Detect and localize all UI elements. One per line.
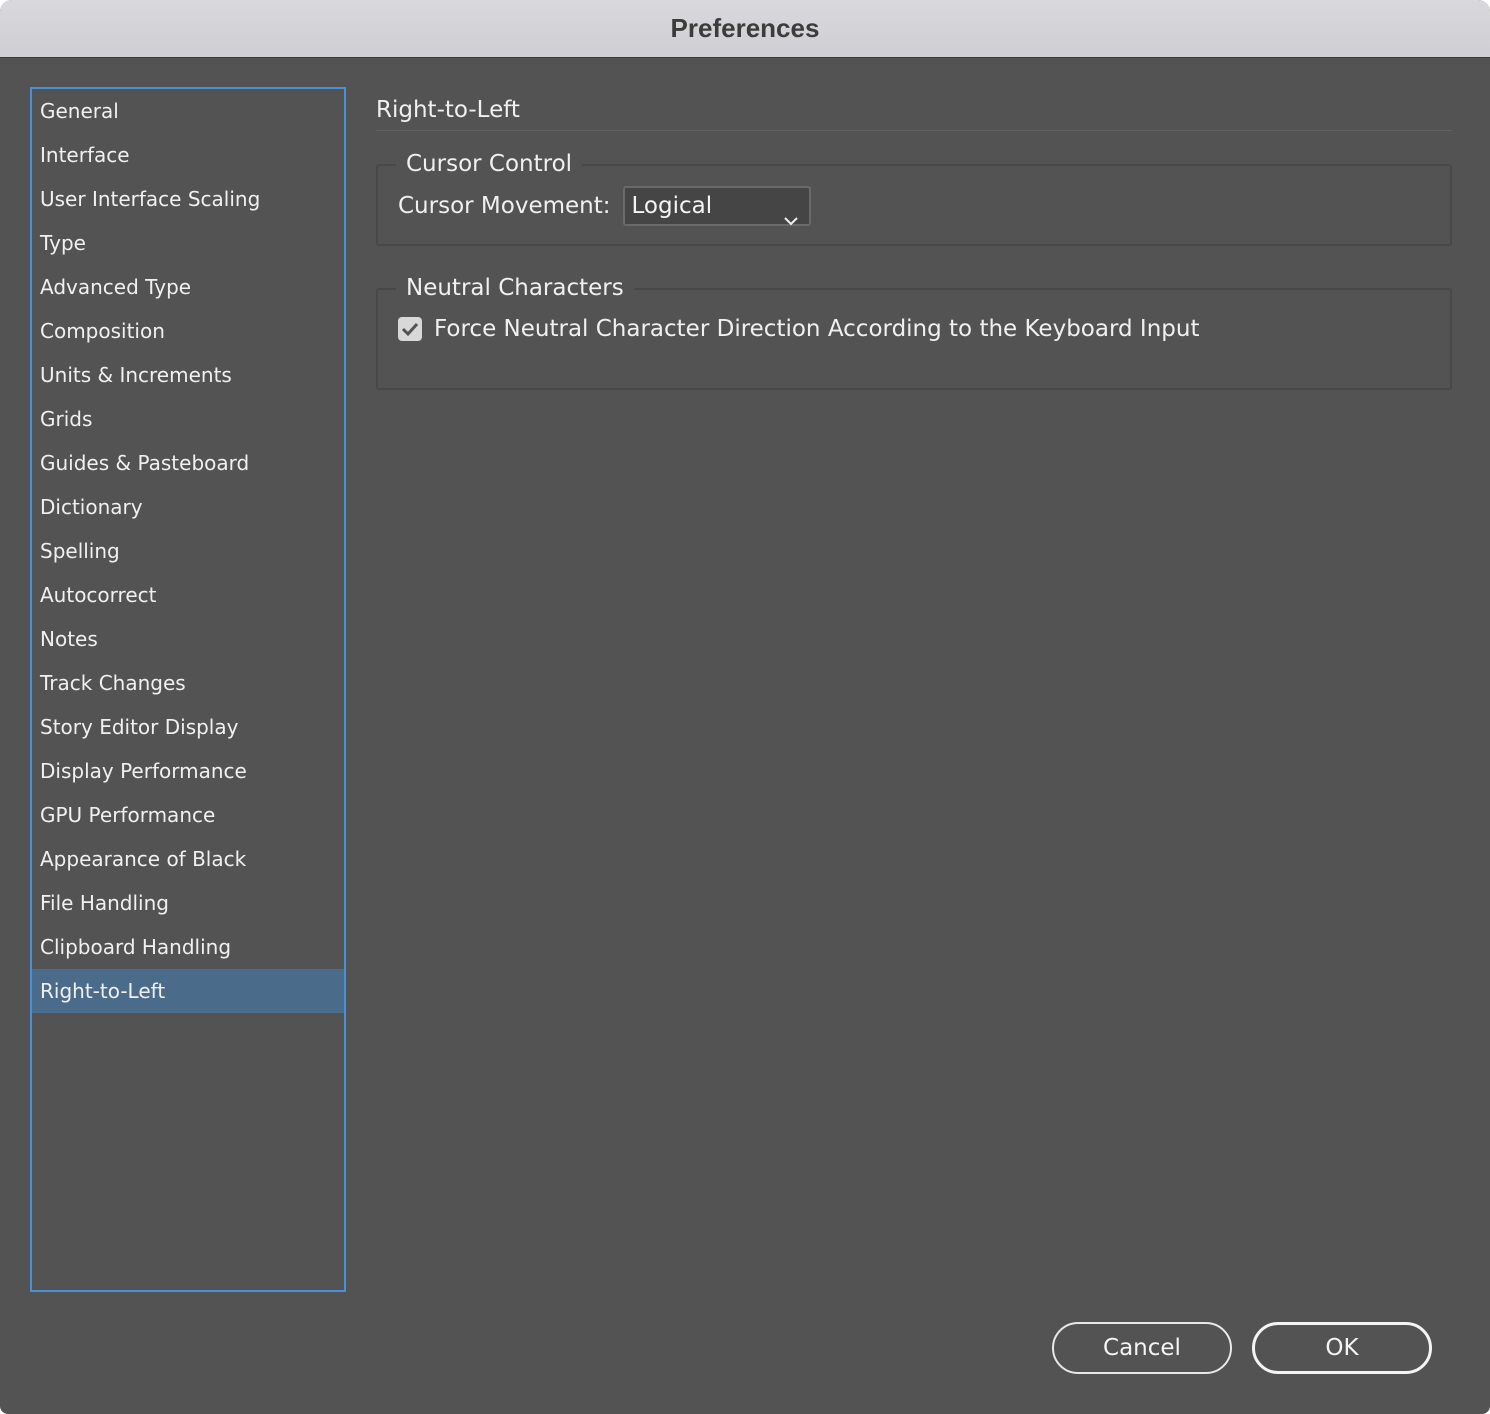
window-title: Preferences [670, 13, 820, 43]
cursor-movement-select[interactable]: Logical [622, 186, 811, 226]
cursor-movement-value: Logical [631, 193, 713, 219]
sidebar-item-right-to-left[interactable]: Right-to-Left [32, 969, 344, 1013]
sidebar-item-advanced-type[interactable]: Advanced Type [32, 265, 344, 309]
sidebar-item-grids[interactable]: Grids [32, 397, 344, 441]
force-neutral-direction-row[interactable]: Force Neutral Character Direction Accord… [398, 316, 1199, 342]
sidebar-item-units-increments[interactable]: Units & Increments [32, 353, 344, 397]
force-neutral-direction-checkbox[interactable] [398, 317, 422, 341]
cursor-movement-row: Cursor Movement: Logical [398, 186, 811, 226]
force-neutral-direction-label: Force Neutral Character Direction Accord… [434, 316, 1200, 342]
sidebar-item-spelling[interactable]: Spelling [32, 529, 344, 573]
sidebar-item-autocorrect[interactable]: Autocorrect [32, 573, 344, 617]
preferences-category-list[interactable]: General Interface User Interface Scaling Ty… [30, 87, 346, 1292]
sidebar-item-composition[interactable]: Composition [32, 309, 344, 353]
sidebar-item-clipboard-handling[interactable]: Clipboard Handling [32, 925, 344, 969]
sidebar-item-guides-pasteboard[interactable]: Guides & Pasteboard [32, 441, 344, 485]
sidebar-item-interface[interactable]: Interface [32, 133, 344, 177]
neutral-characters-legend: Neutral Characters [396, 271, 634, 305]
sidebar-item-user-interface-scaling[interactable]: User Interface Scaling [32, 177, 344, 221]
cursor-control-legend: Cursor Control [396, 147, 583, 181]
cancel-button[interactable]: Cancel [1052, 1322, 1232, 1374]
neutral-characters-group: Neutral Characters Force Neutral Charact… [376, 271, 1452, 390]
sidebar-item-general[interactable]: General [32, 89, 344, 133]
sidebar-item-appearance-of-black[interactable]: Appearance of Black [32, 837, 344, 881]
cursor-control-group: Cursor Control Cursor Movement: Logical [376, 147, 1452, 246]
preferences-dialog: Preferences General Interface User Interfa… [0, 0, 1490, 1414]
sidebar-item-story-editor-display[interactable]: Story Editor Display [32, 705, 344, 749]
preferences-panel: Right-to-Left Cursor Control Cursor Move… [376, 88, 1452, 390]
checkmark-icon [401, 322, 419, 337]
sidebar-item-type[interactable]: Type [32, 221, 344, 265]
panel-title: Right-to-Left [376, 88, 1452, 131]
sidebar-item-track-changes[interactable]: Track Changes [32, 661, 344, 705]
sidebar-item-dictionary[interactable]: Dictionary [32, 485, 344, 529]
sidebar-item-notes[interactable]: Notes [32, 617, 344, 661]
category-list: General Interface User Interface Scaling Ty… [32, 89, 344, 1013]
cursor-movement-label: Cursor Movement: [398, 193, 611, 219]
sidebar-item-display-performance[interactable]: Display Performance [32, 749, 344, 793]
ok-button[interactable]: OK [1252, 1322, 1432, 1374]
title-bar[interactable]: Preferences [0, 0, 1490, 58]
sidebar-item-gpu-performance[interactable]: GPU Performance [32, 793, 344, 837]
sidebar-item-file-handling[interactable]: File Handling [32, 881, 344, 925]
chevron-down-icon [783, 201, 799, 237]
